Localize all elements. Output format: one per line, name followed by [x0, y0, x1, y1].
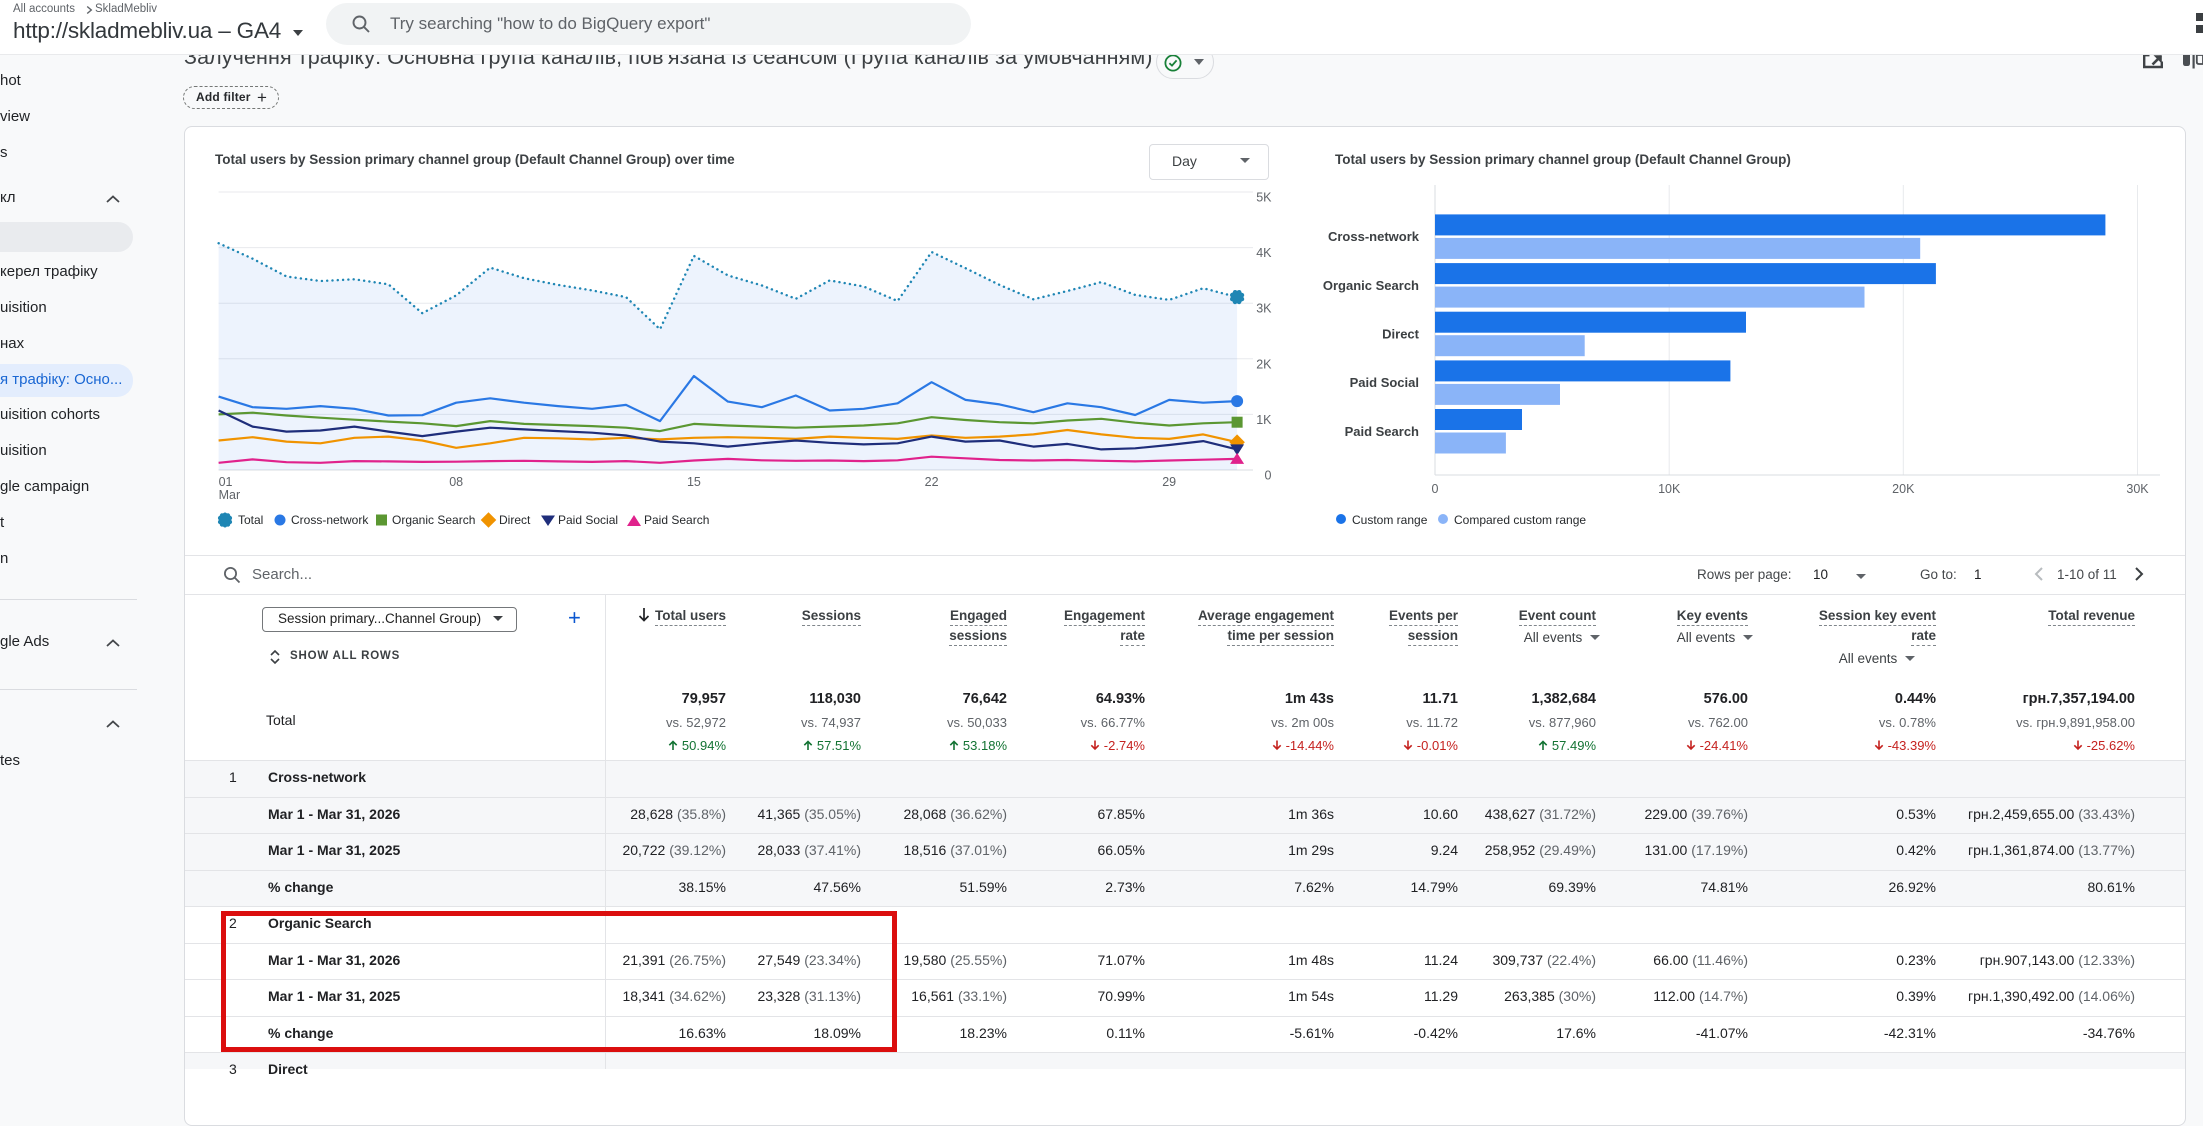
svg-text:4K: 4K: [1256, 246, 1272, 260]
svg-text:20K: 20K: [1892, 482, 1915, 496]
svg-text:01: 01: [219, 475, 233, 489]
svg-text:Cross-network: Cross-network: [1328, 229, 1420, 244]
svg-text:29: 29: [1162, 475, 1176, 489]
svg-text:15: 15: [687, 475, 701, 489]
svg-text:5K: 5K: [1256, 191, 1272, 205]
svg-text:08: 08: [449, 475, 463, 489]
svg-text:22: 22: [925, 475, 939, 489]
svg-text:30K: 30K: [2126, 482, 2149, 496]
svg-text:Paid Search: Paid Search: [1345, 424, 1419, 439]
svg-text:0: 0: [1265, 469, 1272, 483]
svg-text:Organic Search: Organic Search: [1323, 278, 1419, 293]
svg-text:Mar: Mar: [219, 488, 241, 502]
svg-text:3K: 3K: [1256, 302, 1272, 316]
svg-text:10K: 10K: [1658, 482, 1681, 496]
svg-text:2K: 2K: [1256, 357, 1272, 371]
svg-text:0: 0: [1432, 482, 1439, 496]
svg-text:Direct: Direct: [1382, 326, 1420, 341]
svg-text:Paid Social: Paid Social: [1350, 375, 1419, 390]
svg-text:1K: 1K: [1256, 413, 1272, 427]
